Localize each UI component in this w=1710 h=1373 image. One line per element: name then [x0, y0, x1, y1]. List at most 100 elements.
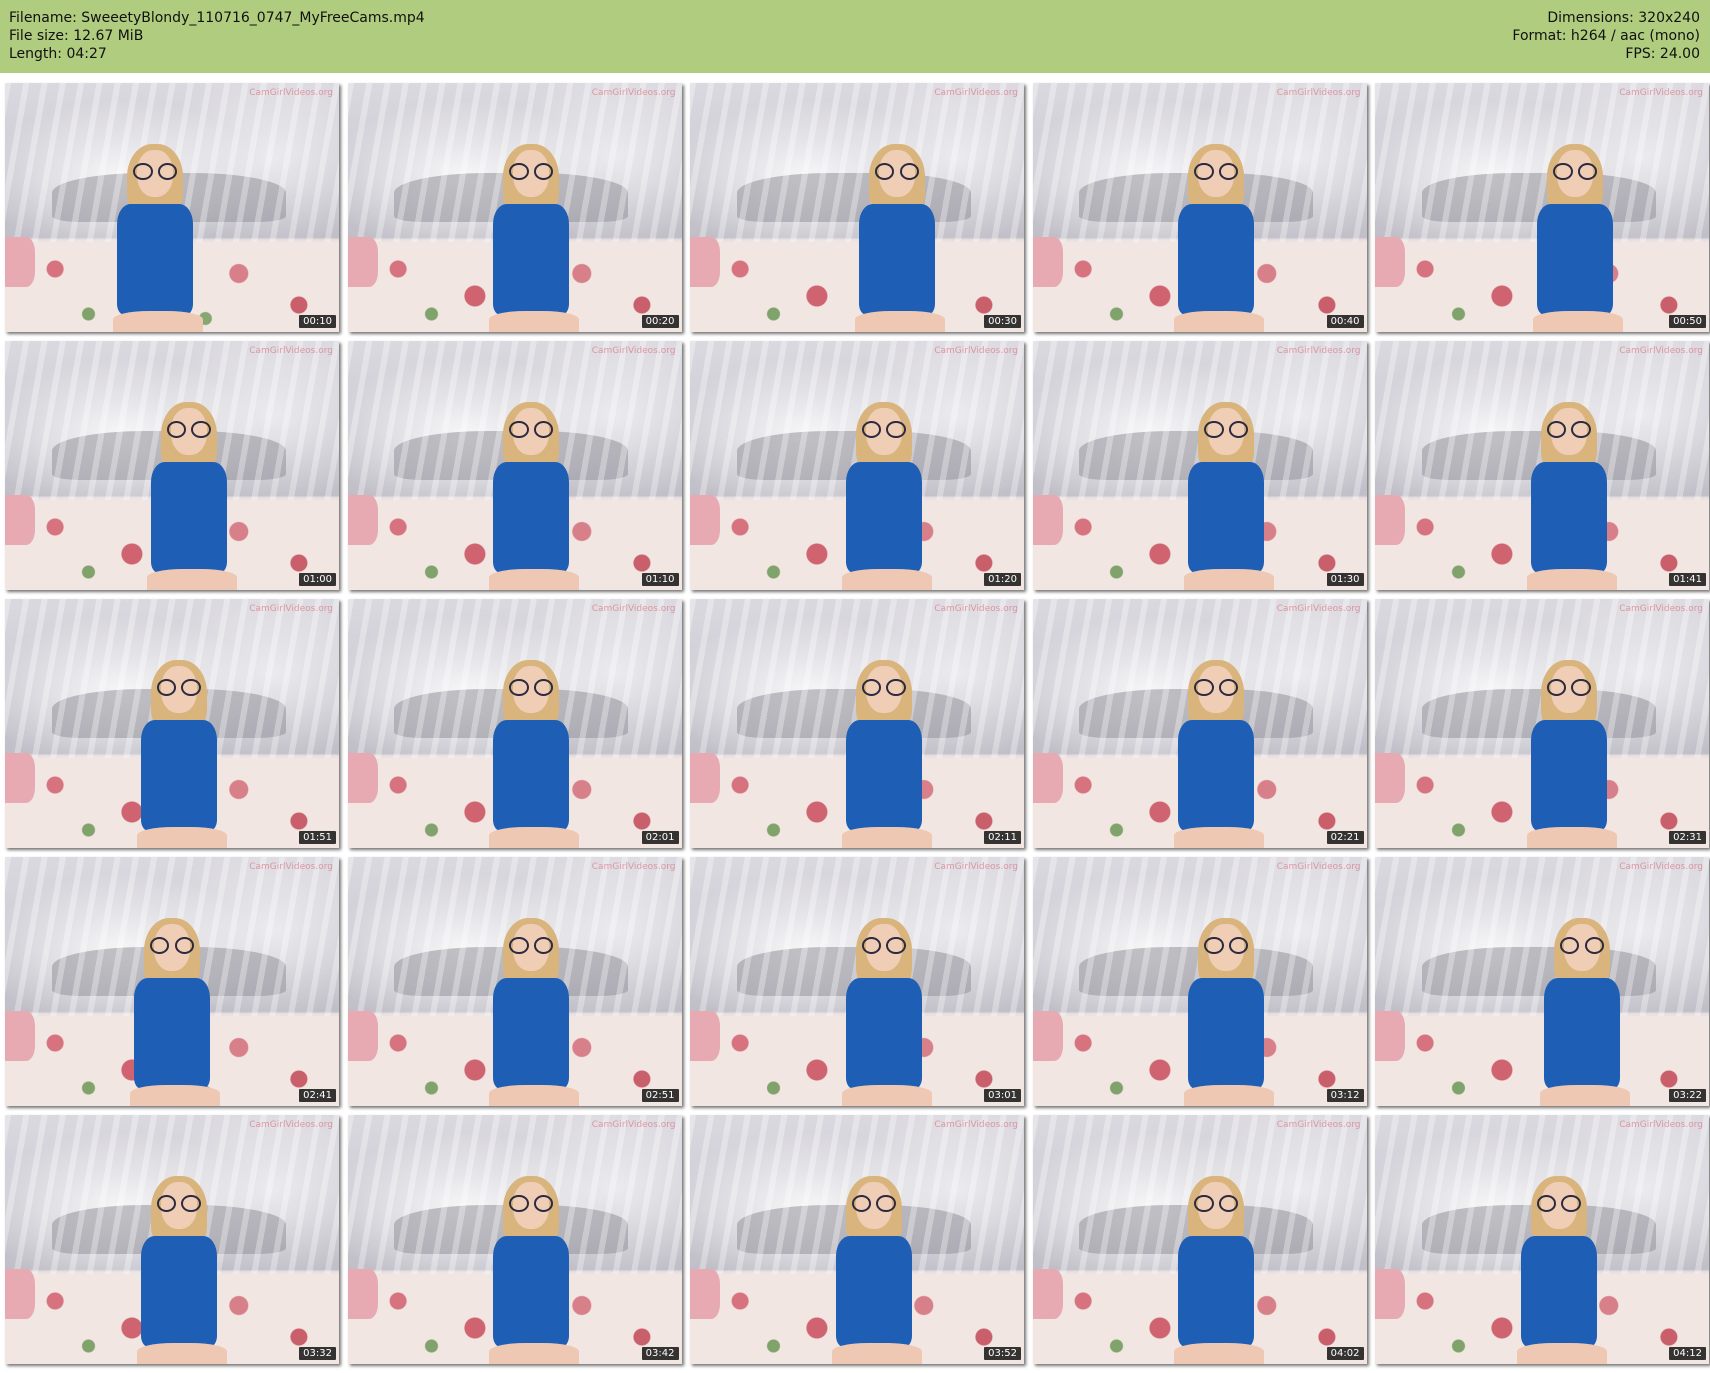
- person-figure: [1519, 634, 1619, 848]
- blue-dress: [1543, 977, 1621, 1089]
- person-legs: [831, 1342, 922, 1364]
- person-legs: [1174, 826, 1265, 848]
- video-thumbnail: CamGirlVideos.org 00:10: [5, 83, 339, 332]
- video-thumbnail: CamGirlVideos.org 01:00: [5, 341, 339, 590]
- person-legs: [1174, 310, 1265, 332]
- video-thumbnail: CamGirlVideos.org 02:51: [347, 857, 682, 1106]
- watermark-text: CamGirlVideos.org: [934, 1120, 1018, 1130]
- pink-pillow: [1032, 495, 1063, 546]
- person-legs: [146, 568, 237, 590]
- glasses-icon: [1194, 162, 1239, 181]
- person-legs: [1526, 826, 1617, 848]
- pink-pillow: [347, 753, 378, 804]
- person-legs: [489, 1084, 580, 1106]
- person-legs: [1184, 1084, 1275, 1106]
- timestamp-label: 03:12: [1326, 1089, 1364, 1102]
- pink-pillow: [5, 495, 36, 546]
- file-info-header: Filename: SweeetyBlondy_110716_0747_MyFr…: [0, 0, 1710, 73]
- blue-dress: [858, 203, 936, 315]
- watermark-text: CamGirlVideos.org: [934, 604, 1018, 614]
- timestamp-label: 04:12: [1669, 1347, 1706, 1360]
- blue-dress: [1178, 203, 1255, 315]
- glasses-icon: [509, 936, 554, 955]
- glasses-icon: [156, 678, 201, 697]
- person-legs: [136, 1342, 227, 1364]
- video-thumbnail: CamGirlVideos.org 03:42: [347, 1115, 682, 1364]
- watermark-text: CamGirlVideos.org: [591, 88, 676, 98]
- pink-pillow: [347, 1011, 378, 1062]
- blue-dress: [1188, 977, 1265, 1089]
- glasses-icon: [861, 936, 906, 955]
- video-thumbnail: CamGirlVideos.org 02:41: [5, 857, 339, 1106]
- blue-dress: [1188, 461, 1265, 573]
- person-figure: [139, 376, 239, 590]
- glasses-icon: [509, 678, 554, 697]
- timestamp-label: 03:01: [984, 1089, 1021, 1102]
- person-figure: [834, 892, 934, 1106]
- person-legs: [113, 310, 204, 332]
- glasses-icon: [509, 420, 554, 439]
- blue-dress: [493, 1235, 570, 1347]
- video-thumbnail: CamGirlVideos.org 03:32: [5, 1115, 339, 1364]
- blue-dress: [140, 719, 217, 831]
- person-figure: [129, 1150, 229, 1364]
- glasses-icon: [1536, 1194, 1581, 1213]
- person-figure: [1176, 376, 1276, 590]
- person-legs: [1516, 1342, 1607, 1364]
- blue-dress: [845, 719, 922, 831]
- watermark-text: CamGirlVideos.org: [249, 1120, 333, 1130]
- blue-dress: [493, 203, 570, 315]
- blue-dress: [117, 203, 194, 315]
- pink-pillow: [347, 495, 378, 546]
- person-figure: [1176, 892, 1276, 1106]
- pink-pillow: [347, 1269, 378, 1320]
- timestamp-label: 01:00: [299, 573, 336, 586]
- glasses-icon: [1194, 678, 1239, 697]
- watermark-text: CamGirlVideos.org: [249, 346, 333, 356]
- format-text: Format: h264 / aac (mono): [1512, 28, 1700, 44]
- person-legs: [489, 826, 580, 848]
- fps-text: FPS: 24.00: [1625, 46, 1700, 62]
- video-thumbnail: CamGirlVideos.org 00:50: [1375, 83, 1709, 332]
- person-figure: [1166, 118, 1266, 332]
- timestamp-label: 02:11: [984, 831, 1021, 844]
- blue-dress: [1530, 719, 1607, 831]
- video-thumbnail: CamGirlVideos.org 04:02: [1032, 1115, 1367, 1364]
- timestamp-label: 01:10: [641, 573, 679, 586]
- timestamp-label: 01:20: [984, 573, 1021, 586]
- timestamp-label: 03:22: [1669, 1089, 1706, 1102]
- video-thumbnail: CamGirlVideos.org 00:30: [690, 83, 1024, 332]
- person-figure: [1509, 1150, 1609, 1364]
- video-thumbnail: CamGirlVideos.org 02:11: [690, 599, 1024, 848]
- person-legs: [1526, 568, 1617, 590]
- glasses-icon: [166, 420, 211, 439]
- watermark-text: CamGirlVideos.org: [591, 862, 676, 872]
- glasses-icon: [1553, 162, 1598, 181]
- person-figure: [1525, 118, 1625, 332]
- pink-pillow: [690, 753, 721, 804]
- pink-pillow: [5, 237, 36, 288]
- person-figure: [481, 1150, 581, 1364]
- pink-pillow: [690, 1011, 721, 1062]
- timestamp-label: 00:40: [1326, 315, 1364, 328]
- watermark-text: CamGirlVideos.org: [591, 604, 676, 614]
- timestamp-label: 03:52: [984, 1347, 1021, 1360]
- timestamp-label: 03:32: [299, 1347, 336, 1360]
- pink-pillow: [5, 753, 36, 804]
- watermark-text: CamGirlVideos.org: [1276, 346, 1361, 356]
- person-legs: [489, 310, 580, 332]
- blue-dress: [150, 461, 227, 573]
- person-figure: [105, 118, 205, 332]
- video-thumbnail: CamGirlVideos.org 02:21: [1032, 599, 1367, 848]
- person-figure: [481, 892, 581, 1106]
- person-figure: [1166, 1150, 1266, 1364]
- pink-pillow: [5, 1269, 36, 1320]
- glasses-icon: [156, 1194, 201, 1213]
- filename-text: Filename: SweeetyBlondy_110716_0747_MyFr…: [9, 10, 425, 26]
- watermark-text: CamGirlVideos.org: [1276, 862, 1361, 872]
- timestamp-label: 01:41: [1669, 573, 1706, 586]
- video-thumbnail: CamGirlVideos.org 00:20: [347, 83, 682, 332]
- glasses-icon: [1546, 420, 1591, 439]
- person-figure: [481, 634, 581, 848]
- timestamp-label: 01:51: [299, 831, 336, 844]
